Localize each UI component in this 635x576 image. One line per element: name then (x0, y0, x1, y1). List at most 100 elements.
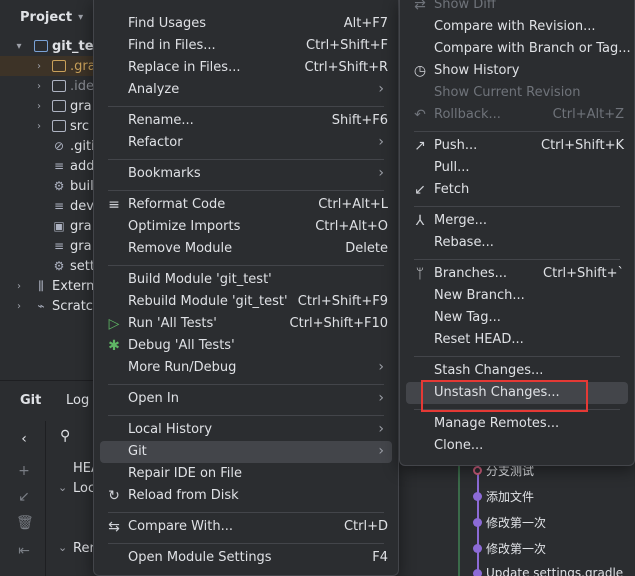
menu-item-label: Compare with Revision... (434, 19, 596, 34)
menu-separator (108, 159, 384, 160)
commit-message: 修改第一次 (486, 515, 547, 530)
chevron-down-icon[interactable]: ⌄ (58, 541, 67, 554)
tree-item-file[interactable]: ≡ dev (0, 196, 100, 216)
menu-item-shortcut: Ctrl+D (343, 519, 388, 534)
menu-item-label: Open In (128, 391, 179, 406)
menu-item-reload-from-disk[interactable]: ↻ Reload from Disk (100, 485, 392, 507)
tree-item-gradle-dir[interactable]: › gra (0, 96, 100, 116)
collapse-left-icon[interactable]: ‹ (16, 431, 32, 447)
menu-item-local-history[interactable]: Local History › (100, 419, 392, 441)
menu-item-open-in[interactable]: Open In › (100, 388, 392, 410)
tree-item-src[interactable]: › src (0, 116, 100, 136)
gradle-file-icon: ⚙ (53, 179, 65, 193)
menu-item-compare-with-branch[interactable]: Compare with Branch or Tag... (406, 38, 631, 60)
commit-node (473, 543, 482, 553)
menu-item-label: Compare with Branch or Tag... (434, 41, 631, 56)
text-file-icon: ≡ (53, 159, 65, 173)
menu-separator (108, 384, 384, 385)
menu-item-show-history[interactable]: ◷ Show History (406, 60, 628, 82)
tree-item-scratches[interactable]: › ⌁ Scratch (0, 296, 100, 316)
menu-item-remove-module[interactable]: Remove Module Delete (100, 238, 392, 260)
menu-item-label: Compare With... (128, 519, 234, 534)
chevron-down-icon[interactable]: ⌄ (58, 481, 67, 494)
run-icon: ▷ (108, 316, 120, 332)
add-icon[interactable]: + (16, 463, 32, 479)
commit-message: 修改第一次 (486, 541, 547, 556)
arrow-down-left-icon[interactable]: ↙ (16, 489, 32, 505)
chevron-right-icon[interactable]: › (14, 301, 24, 312)
menu-item-rebase[interactable]: Rebase... (406, 232, 628, 254)
tab-log[interactable]: Log (66, 393, 89, 408)
menu-item-push[interactable]: ↗ Push... Ctrl+Shift+K (406, 135, 628, 157)
menu-item-compare-with[interactable]: ⇆ Compare With... Ctrl+D (100, 516, 392, 538)
commit-message: 添加文件 (486, 489, 535, 504)
trash-icon[interactable]: 🗑 (16, 515, 34, 531)
tree-item-file[interactable]: ≡ add (0, 156, 100, 176)
menu-separator (108, 190, 384, 191)
chevron-right-icon[interactable]: › (34, 121, 44, 132)
menu-item-label: Branches... (434, 266, 508, 281)
menu-item-branches[interactable]: ᛘ Branches... Ctrl+Shift+` (406, 263, 628, 285)
chevron-down-icon[interactable]: ▾ (14, 41, 24, 52)
menu-item-open-module-settings[interactable]: Open Module Settings F4 (100, 547, 392, 569)
tree-item-label: gra (70, 238, 92, 254)
compare-arrows-icon[interactable]: ⇤ (16, 543, 32, 559)
tree-item-external-libraries[interactable]: › ⫼ Externa (0, 276, 100, 296)
chevron-right-icon[interactable]: › (34, 101, 44, 112)
search-icon[interactable]: ⚲ (60, 428, 70, 444)
menu-item-more-run-debug[interactable]: More Run/Debug › (100, 357, 392, 379)
menu-item-optimize-imports[interactable]: Optimize Imports Ctrl+Alt+O (100, 216, 392, 238)
menu-item-clone[interactable]: Clone... (406, 435, 628, 457)
menu-item-new-tag[interactable]: New Tag... (406, 307, 628, 329)
menu-item-build-module[interactable]: Build Module 'git_test' (100, 269, 392, 291)
menu-item-stash-changes[interactable]: Stash Changes... (406, 360, 628, 382)
menu-item-repair-ide-on-file[interactable]: Repair IDE on File (100, 463, 392, 485)
tree-item-file[interactable]: ≡ gra (0, 236, 100, 256)
chevron-right-icon[interactable]: › (14, 281, 24, 292)
tree-item-settings-gradle[interactable]: ⚙ sett (0, 256, 100, 276)
menu-item-label: Run 'All Tests' (128, 316, 217, 331)
menu-item-reformat-code[interactable]: ≡ Reformat Code Ctrl+Alt+L (100, 194, 392, 216)
menu-item-label: New Tag... (434, 310, 501, 325)
tree-item-idea[interactable]: › .ide (0, 76, 100, 96)
tree-item-file[interactable]: ▣ gra (0, 216, 100, 236)
menu-item-label: Pull... (434, 160, 470, 175)
git-tree-remote[interactable]: Rer (73, 541, 95, 556)
tree-item-label: sett (70, 258, 95, 274)
menu-item-bookmarks[interactable]: Bookmarks › (100, 163, 392, 185)
menu-item-find-in-files[interactable]: Find in Files... Ctrl+Shift+F (100, 35, 392, 57)
menu-item-refactor[interactable]: Refactor › (100, 132, 392, 154)
menu-item-git[interactable]: Git › (100, 441, 392, 463)
history-clock-icon: ◷ (413, 63, 427, 79)
menu-item-replace-in-files[interactable]: Replace in Files... Ctrl+Shift+R (100, 57, 392, 79)
menu-item-run-all-tests[interactable]: ▷ Run 'All Tests' Ctrl+Shift+F10 (100, 313, 392, 335)
menu-item-find-usages[interactable]: Find Usages Alt+F7 (100, 13, 392, 35)
menu-item-manage-remotes[interactable]: Manage Remotes... (406, 413, 628, 435)
tree-item-gitignore[interactable]: ⊘ .giti (0, 136, 100, 156)
git-tree-local[interactable]: Loc (73, 481, 95, 496)
tree-item-build-gradle[interactable]: ⚙ buil (0, 176, 100, 196)
menu-item-shortcut: Delete (345, 241, 388, 256)
menu-item-reset-head[interactable]: Reset HEAD... (406, 329, 628, 351)
menu-item-new-branch[interactable]: New Branch... (406, 285, 628, 307)
menu-item-fetch[interactable]: ↙ Fetch (406, 179, 628, 201)
menu-separator (414, 356, 620, 357)
menu-item-merge[interactable]: ⅄ Merge... (406, 210, 628, 232)
chevron-right-icon[interactable]: › (34, 81, 44, 92)
menu-item-rebuild-module[interactable]: Rebuild Module 'git_test' Ctrl+Shift+F9 (100, 291, 392, 313)
menu-item-show-current-revision[interactable]: Show Current Revision (406, 82, 628, 104)
menu-item-pull[interactable]: Pull... (406, 157, 628, 179)
menu-item-debug-all-tests[interactable]: ✱ Debug 'All Tests' (100, 335, 392, 357)
tree-item-gradle[interactable]: › .gra (0, 56, 100, 76)
chevron-down-icon[interactable]: ▾ (78, 12, 83, 23)
tab-git[interactable]: Git (20, 393, 41, 408)
project-tool-window-header[interactable]: Project ▾ (0, 0, 100, 34)
menu-item-label: Open Module Settings (128, 550, 272, 565)
menu-item-rollback[interactable]: ↶ Rollback... Ctrl+Alt+Z (406, 104, 628, 126)
menu-item-analyze[interactable]: Analyze › (100, 79, 392, 101)
tree-item-module-root[interactable]: ▾ git_tes (0, 36, 100, 56)
chevron-right-icon[interactable]: › (34, 61, 44, 72)
menu-item-show-diff[interactable]: ⇄ Show Diff (406, 0, 628, 16)
menu-item-compare-with-revision[interactable]: Compare with Revision... (406, 16, 628, 38)
menu-item-rename[interactable]: Rename... Shift+F6 (100, 110, 392, 132)
